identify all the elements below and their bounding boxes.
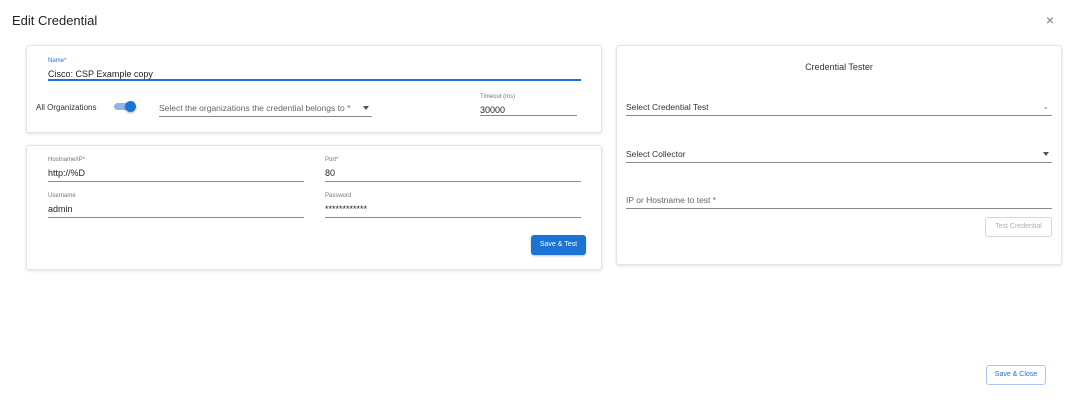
all-organizations-toggle[interactable] xyxy=(114,101,136,112)
credential-tester-card: Credential Tester Select Credential Test… xyxy=(616,45,1062,265)
close-icon[interactable]: × xyxy=(1046,13,1054,27)
collector-select[interactable]: Select Collector xyxy=(626,142,1052,163)
hostname-label: Hostname/IP* xyxy=(48,157,86,163)
port-label: Port* xyxy=(325,157,339,163)
chevron-down-icon: ⌄ xyxy=(1042,102,1049,111)
save-close-button[interactable]: Save & Close xyxy=(986,365,1046,385)
password-value: ************ xyxy=(325,204,368,214)
timeout-field[interactable]: Timeout (ms) 30000 xyxy=(480,93,577,116)
test-credential-button[interactable]: Test Credential xyxy=(985,217,1052,237)
credential-test-select-label: Select Credential Test xyxy=(626,102,709,112)
dialog-title: Edit Credential xyxy=(12,13,98,28)
general-settings-card: Name* Cisco: CSP Example copy All Organi… xyxy=(26,45,602,133)
port-value: 80 xyxy=(325,168,336,178)
username-label: Username xyxy=(48,193,76,199)
credential-tester-title: Credential Tester xyxy=(805,62,873,72)
credential-test-select[interactable]: Select Credential Test ⌄ xyxy=(626,94,1052,116)
port-field[interactable]: Port* 80 xyxy=(325,156,581,182)
all-organizations-label: All Organizations xyxy=(36,103,97,112)
hostname-value: http://%D xyxy=(48,168,86,178)
connection-settings-card: Hostname/IP* http://%D Port* 80 Username… xyxy=(26,145,602,270)
save-test-button[interactable]: Save & Test xyxy=(531,235,586,255)
username-value: admin xyxy=(48,204,73,214)
organizations-select[interactable]: Select the organizations the credential … xyxy=(159,98,372,117)
name-underline xyxy=(48,79,581,81)
timeout-label: Timeout (ms) xyxy=(480,94,516,100)
collector-select-label: Select Collector xyxy=(626,149,686,159)
organizations-select-placeholder: Select the organizations the credential … xyxy=(159,103,351,113)
password-label: Password xyxy=(325,193,352,199)
name-field[interactable]: Name* Cisco: CSP Example copy xyxy=(48,57,581,81)
ip-hostname-test-field[interactable]: IP or Hostname to test * xyxy=(626,190,1052,209)
chevron-down-icon xyxy=(1043,152,1049,156)
name-label: Name* xyxy=(48,58,67,64)
password-field[interactable]: Password ************ xyxy=(325,192,581,218)
ip-hostname-test-label: IP or Hostname to test * xyxy=(626,195,717,205)
chevron-down-icon xyxy=(363,106,369,110)
username-field[interactable]: Username admin xyxy=(48,192,304,218)
hostname-field[interactable]: Hostname/IP* http://%D xyxy=(48,156,304,182)
